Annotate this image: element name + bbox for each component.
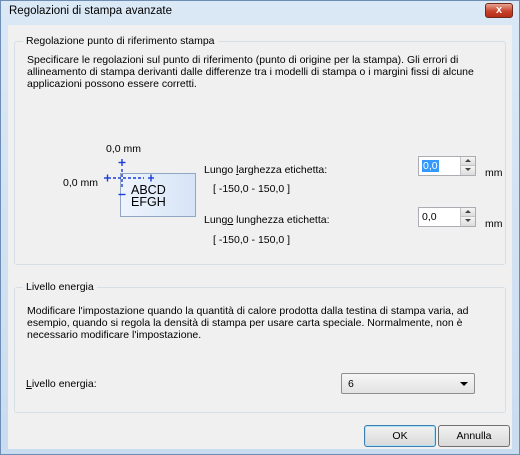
- length-unit: mm: [485, 218, 503, 230]
- width-decrement-button[interactable]: [460, 166, 475, 175]
- preview-top-value: 0,0 mm: [106, 143, 142, 155]
- ok-button[interactable]: OK: [364, 425, 436, 447]
- title-bar[interactable]: Regolazioni di stampa avanzate x: [1, 1, 519, 23]
- energy-group-title: Livello energia: [23, 281, 97, 293]
- width-increment-button[interactable]: [460, 157, 475, 166]
- dialog-body: Regolazione punto di riferimento stampa …: [8, 25, 512, 449]
- energy-level-value: 6: [348, 378, 354, 390]
- energy-level-group: Livello energia Modificare l'impostazion…: [14, 281, 506, 413]
- energy-description: Modificare l'impostazione quando la quan…: [27, 305, 469, 341]
- length-decrement-button[interactable]: [460, 217, 475, 226]
- length-field-label: Lungo lunghezza etichetta:: [204, 214, 330, 226]
- width-offset-stepper[interactable]: 0,0: [418, 156, 476, 176]
- width-field-label: Lungo larghezza etichetta:: [204, 164, 328, 176]
- length-offset-value[interactable]: 0,0: [422, 211, 437, 223]
- reference-arrows-icon: [104, 159, 154, 196]
- dialog-window: Regolazioni di stampa avanzate x Regolaz…: [0, 0, 520, 455]
- reference-point-group: Regolazione punto di riferimento stampa …: [14, 35, 506, 265]
- close-button[interactable]: x: [485, 3, 513, 18]
- reference-description: Specificare le regolazioni sul punto di …: [27, 54, 474, 90]
- cancel-button[interactable]: Annulla: [438, 425, 510, 447]
- chevron-down-icon: [460, 382, 468, 386]
- length-increment-button[interactable]: [460, 208, 475, 217]
- length-offset-stepper[interactable]: 0,0: [418, 207, 476, 227]
- width-offset-value[interactable]: 0,0: [422, 160, 439, 172]
- energy-level-label: Livello energia:: [26, 378, 97, 390]
- reference-group-title: Regolazione punto di riferimento stampa: [23, 35, 218, 47]
- energy-level-select[interactable]: 6: [341, 373, 475, 394]
- preview-left-value: 0,0 mm: [63, 177, 99, 189]
- width-field-range: [ -150,0 - 150,0 ]: [213, 183, 291, 195]
- width-unit: mm: [485, 167, 503, 179]
- window-title: Regolazioni di stampa avanzate: [9, 5, 173, 17]
- length-field-range: [ -150,0 - 150,0 ]: [213, 234, 291, 246]
